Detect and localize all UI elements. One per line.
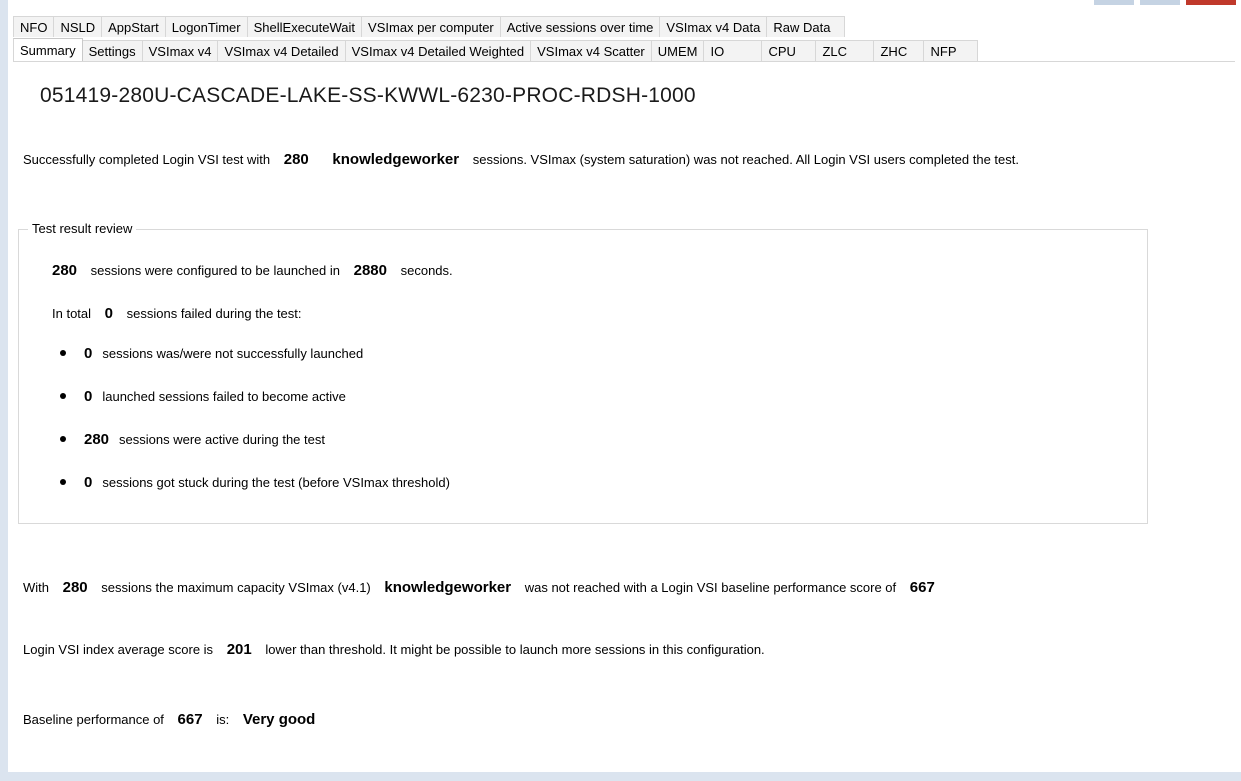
minimize-icon[interactable]: [1094, 0, 1134, 5]
tab-vsimax-v4-detailed[interactable]: VSImax v4 Detailed: [218, 40, 346, 61]
test-result-review-legend: Test result review: [28, 221, 137, 236]
window-bottom-edge: [0, 772, 1241, 781]
tab-io[interactable]: IO: [704, 40, 763, 61]
list-item-count: 0: [84, 474, 93, 491]
maximize-icon[interactable]: [1140, 0, 1180, 5]
configured-text-1: sessions were configured to be launched …: [90, 263, 340, 278]
index-message: Login VSI index average score is 201 low…: [23, 641, 765, 658]
bullet-icon: [60, 435, 66, 442]
bullet-icon: [60, 478, 66, 485]
list-item: 0 sessions got stuck during the test (bef…: [60, 474, 450, 491]
list-item-text: launched sessions failed to become activ…: [102, 389, 346, 404]
close-icon[interactable]: [1186, 0, 1236, 5]
baseline-message: Baseline performance of 667 is: Very goo…: [23, 711, 315, 728]
completion-text-1: Successfully completed Login VSI test wi…: [23, 152, 271, 167]
capacity-sessions: 280: [62, 579, 88, 596]
capacity-text-1: With: [23, 580, 49, 595]
tab-nfo[interactable]: NFO: [13, 16, 55, 37]
tab-row-lower: Summary Settings VSImax v4 VSImax v4 Det…: [13, 38, 979, 61]
tab-zhc[interactable]: ZHC: [874, 40, 925, 61]
failed-line: In total 0 sessions failed during the te…: [52, 305, 302, 322]
index-text-1: Login VSI index average score is: [23, 642, 214, 657]
list-item: 280 sessions were active during the test: [60, 431, 325, 448]
index-score: 201: [226, 641, 252, 658]
tab-vsimax-v4-detailed-weighted[interactable]: VSImax v4 Detailed Weighted: [345, 40, 532, 61]
window-left-edge: [0, 0, 8, 781]
tab-vsimax-v4[interactable]: VSImax v4: [142, 40, 219, 61]
capacity-text-2: sessions the maximum capacity VSImax (v4…: [101, 580, 371, 595]
tab-zlc[interactable]: ZLC: [816, 40, 875, 61]
tab-cpu[interactable]: CPU: [762, 40, 817, 61]
index-text-2: lower than threshold. It might be possib…: [265, 642, 765, 657]
completion-text-2: sessions. VSImax (system saturation) was…: [472, 152, 1019, 167]
failed-count: 0: [104, 305, 113, 322]
completion-sessions: 280: [283, 151, 309, 168]
baseline-text-2: is:: [216, 712, 230, 727]
list-item-text: sessions was/were not successfully launc…: [102, 346, 364, 361]
configured-count: 280: [52, 262, 78, 279]
list-item-text: sessions got stuck during the test (befo…: [102, 475, 450, 490]
failed-text-2: sessions failed during the test:: [126, 306, 302, 321]
tab-settings[interactable]: Settings: [82, 40, 143, 61]
list-item: 0 launched sessions failed to become acti…: [60, 388, 346, 405]
list-item-count: 0: [84, 345, 93, 362]
tab-vsimax-per-computer[interactable]: VSImax per computer: [362, 16, 501, 37]
tab-appstart[interactable]: AppStart: [102, 16, 166, 37]
tab-vsimax-v4-scatter[interactable]: VSImax v4 Scatter: [531, 40, 652, 61]
baseline-rating: Very good: [242, 711, 316, 728]
baseline-score: 667: [177, 711, 203, 728]
tab-nfp[interactable]: NFP: [924, 40, 979, 61]
tab-summary[interactable]: Summary: [13, 38, 83, 61]
page-title: 051419-280U-CASCADE-LAKE-SS-KWWL-6230-PR…: [40, 84, 696, 107]
list-item-text: sessions were active during the test: [119, 432, 325, 447]
configured-text-2: seconds.: [400, 263, 453, 278]
list-item-count: 0: [84, 388, 93, 405]
tab-vsimax-v4-data[interactable]: VSImax v4 Data: [660, 16, 768, 37]
tab-umem[interactable]: UMEM: [651, 40, 705, 61]
capacity-text-3: was not reached with a Login VSI baselin…: [524, 580, 897, 595]
configured-line: 280 sessions were configured to be launc…: [52, 262, 453, 279]
list-item: 0 sessions was/were not successfully laun…: [60, 345, 363, 362]
tab-panel-border: [13, 61, 1235, 62]
capacity-message: With 280 sessions the maximum capacity V…: [23, 579, 935, 596]
capacity-score: 667: [909, 579, 935, 596]
bullet-icon: [60, 392, 66, 399]
tab-logontimer[interactable]: LogonTimer: [165, 16, 248, 37]
app-window: NFO NSLD AppStart LogonTimer ShellExecut…: [0, 0, 1241, 781]
bullet-icon: [60, 349, 66, 356]
failed-text-1: In total: [52, 306, 92, 321]
baseline-text-1: Baseline performance of: [23, 712, 164, 727]
tab-raw-data[interactable]: Raw Data: [767, 16, 846, 37]
tab-shellexecutewait[interactable]: ShellExecuteWait: [247, 16, 363, 37]
completion-workload: knowledgeworker: [332, 151, 460, 168]
list-item-count: 280: [84, 431, 110, 448]
tab-active-sessions-over-time[interactable]: Active sessions over time: [500, 16, 661, 37]
configured-seconds: 2880: [353, 262, 387, 279]
tab-nsld[interactable]: NSLD: [54, 16, 103, 37]
window-controls-strip: [1040, 0, 1241, 6]
capacity-workload: knowledgeworker: [384, 579, 512, 596]
completion-message: Successfully completed Login VSI test wi…: [23, 151, 1019, 168]
tab-row-upper: NFO NSLD AppStart LogonTimer ShellExecut…: [13, 16, 846, 37]
